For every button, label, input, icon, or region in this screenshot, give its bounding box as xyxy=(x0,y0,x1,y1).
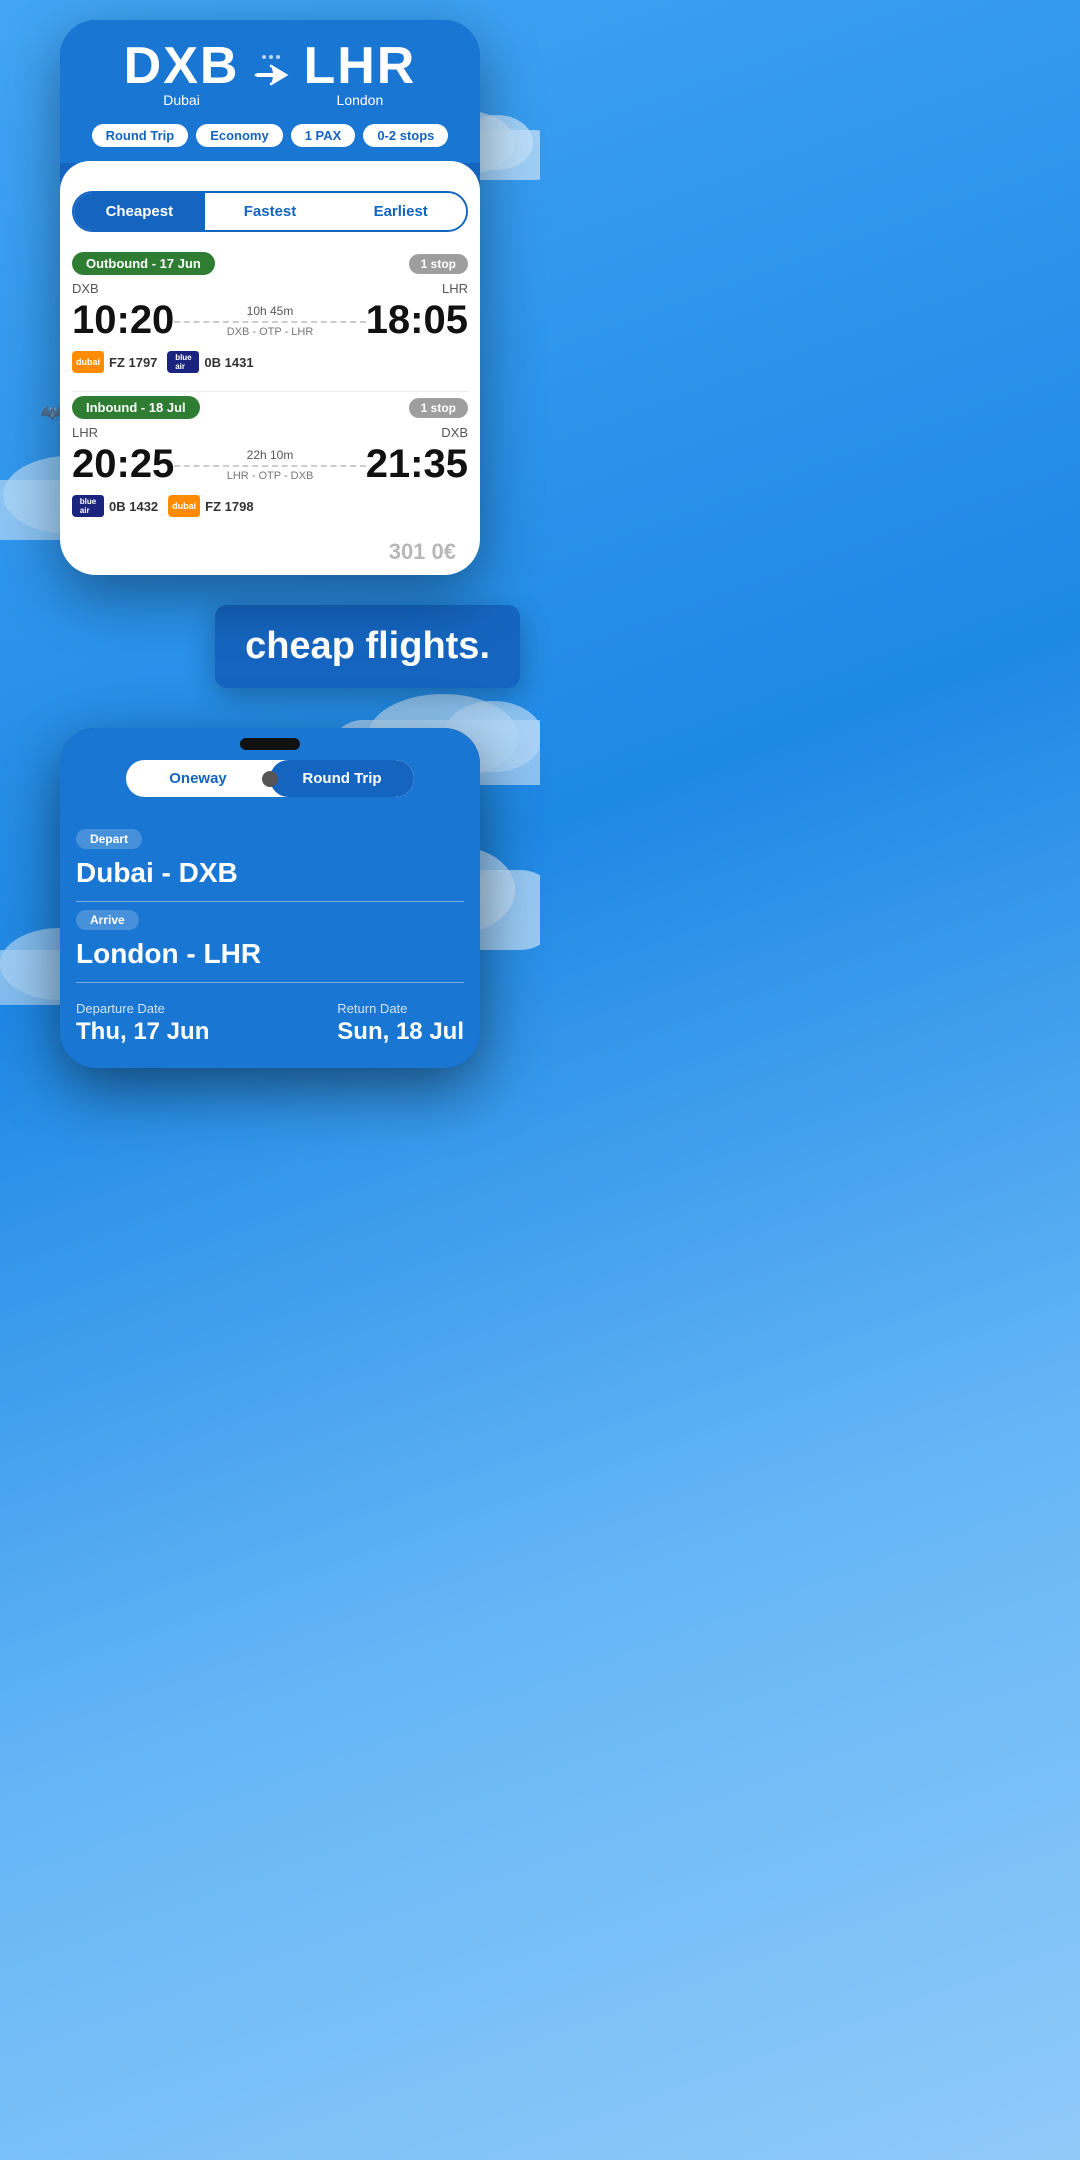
destination-code: LHR xyxy=(303,36,416,96)
arrive-field[interactable]: Arrive London - LHR xyxy=(76,910,464,974)
outbound-label: Outbound - 17 Jun xyxy=(72,252,215,275)
inbound-route: LHR - OTP - DXB xyxy=(174,470,365,482)
inbound-segment: Inbound - 18 Jul 1 stop LHR DXB 20:25 22… xyxy=(72,396,468,527)
flights-container: Outbound - 17 Jun 1 stop DXB LHR 10:20 1… xyxy=(60,244,480,575)
inbound-arrival: 21:35 xyxy=(366,442,468,487)
inbound-airports: LHR DXB xyxy=(72,425,468,440)
toggle-wrapper: Oneway Round Trip xyxy=(60,760,480,813)
dates-row: Departure Date Thu, 17 Jun Return Date S… xyxy=(76,991,464,1052)
outbound-segment: Outbound - 17 Jun 1 stop DXB LHR 10:20 1… xyxy=(72,252,468,383)
departure-date-col[interactable]: Departure Date Thu, 17 Jun xyxy=(76,1001,209,1046)
round-trip-option[interactable]: Round Trip xyxy=(270,760,414,797)
outbound-duration: 10h 45m xyxy=(174,304,365,318)
segment-divider xyxy=(72,391,468,392)
field-divider-2 xyxy=(76,982,464,983)
outbound-airports: DXB LHR xyxy=(72,281,468,296)
inbound-times: 20:25 22h 10m LHR - OTP - DXB 21:35 xyxy=(72,442,468,487)
departure-date-value: Thu, 17 Jun xyxy=(76,1018,209,1046)
flight-number-3: 0B 1432 xyxy=(109,499,158,514)
outbound-airline-2: blueair 0B 1431 xyxy=(167,351,253,373)
departure-date-label: Departure Date xyxy=(76,1001,209,1016)
outbound-stops: 1 stop xyxy=(409,254,468,274)
dubai-logo-2: dubai xyxy=(168,495,200,517)
destination-col: LHR London xyxy=(303,36,416,108)
inbound-from: LHR xyxy=(72,425,98,440)
origin-col: DXB Dubai xyxy=(124,36,240,108)
tab-earliest[interactable]: Earliest xyxy=(335,193,466,230)
search-form: Depart Dubai - DXB Arrive London - LHR D… xyxy=(60,813,480,1068)
origin-code: DXB xyxy=(124,36,240,96)
toggle-dot xyxy=(262,771,278,787)
tab-fastest[interactable]: Fastest xyxy=(205,193,336,230)
inbound-duration: 22h 10m xyxy=(174,448,365,462)
trip-type-toggle[interactable]: Oneway Round Trip xyxy=(126,760,414,797)
price-teaser: 301 0€ xyxy=(72,535,468,575)
phone-notch xyxy=(240,738,300,750)
price-value: 301 0€ xyxy=(389,539,456,565)
outbound-airline-1: dubai FZ 1797 xyxy=(72,351,157,373)
outbound-duration-info: 10h 45m DXB - OTP - LHR xyxy=(174,304,365,338)
outbound-dashed xyxy=(174,321,365,323)
airplane-svg xyxy=(251,61,291,89)
dot-1 xyxy=(262,55,266,59)
dot-2 xyxy=(269,55,273,59)
outbound-route: DXB - OTP - LHR xyxy=(174,326,365,338)
oneway-option[interactable]: Oneway xyxy=(126,760,270,797)
inbound-airline-2: dubai FZ 1798 xyxy=(168,495,253,517)
stops-chip[interactable]: 0-2 stops xyxy=(363,124,448,147)
depart-value: Dubai - DXB xyxy=(76,853,464,893)
return-date-col[interactable]: Return Date Sun, 18 Jul xyxy=(337,1001,464,1046)
return-date-label: Return Date xyxy=(337,1001,464,1016)
flight-number-1: FZ 1797 xyxy=(109,355,157,370)
dot-3 xyxy=(276,55,280,59)
tabs: Cheapest Fastest Earliest xyxy=(72,191,468,232)
outbound-arrival: 18:05 xyxy=(366,298,468,343)
cheap-flights-badge: cheap flights. xyxy=(215,605,520,688)
inbound-to: DXB xyxy=(441,425,468,440)
outbound-segment-header: Outbound - 17 Jun 1 stop xyxy=(72,252,468,275)
phone-notch-area: Oneway Round Trip Depart Dubai - DXB xyxy=(60,728,480,1068)
field-divider-1 xyxy=(76,901,464,902)
dubai-logo-1: dubai xyxy=(72,351,104,373)
flight-number-2: 0B 1431 xyxy=(204,355,253,370)
depart-field[interactable]: Depart Dubai - DXB xyxy=(76,829,464,893)
outbound-airlines: dubai FZ 1797 blueair 0B 1431 xyxy=(72,351,468,383)
middle-section: cheap flights. xyxy=(0,575,540,708)
blue-logo-2: blueair xyxy=(72,495,104,517)
outbound-times: 10:20 10h 45m DXB - OTP - LHR 18:05 xyxy=(72,298,468,343)
tab-cheapest[interactable]: Cheapest xyxy=(74,193,205,230)
inbound-duration-info: 22h 10m LHR - OTP - DXB xyxy=(174,448,365,482)
inbound-label: Inbound - 18 Jul xyxy=(72,396,200,419)
cheap-flights-text: cheap flights. xyxy=(245,625,490,667)
arrive-value: London - LHR xyxy=(76,934,464,974)
destination-name: London xyxy=(337,92,384,108)
phone-header: DXB Dubai xyxy=(60,20,480,163)
inbound-stops: 1 stop xyxy=(409,398,468,418)
inbound-airlines: blueair 0B 1432 dubai FZ 1798 xyxy=(72,495,468,527)
top-phone-mockup: DXB Dubai xyxy=(60,20,480,575)
tabs-container: Cheapest Fastest Earliest xyxy=(60,191,480,244)
plane-icon xyxy=(251,55,291,89)
plane-dots xyxy=(262,55,280,59)
inbound-segment-header: Inbound - 18 Jul 1 stop xyxy=(72,396,468,419)
flight-number-4: FZ 1798 xyxy=(205,499,253,514)
blue-logo-1: blueair xyxy=(167,351,199,373)
outbound-departure: 10:20 xyxy=(72,298,174,343)
outbound-from: DXB xyxy=(72,281,99,296)
bottom-phone-mockup: Oneway Round Trip Depart Dubai - DXB xyxy=(60,728,480,1068)
inbound-dashed xyxy=(174,465,365,467)
trip-type-chip[interactable]: Round Trip xyxy=(92,124,189,147)
return-date-value: Sun, 18 Jul xyxy=(337,1018,464,1046)
route-header: DXB Dubai xyxy=(76,36,464,116)
inbound-departure: 20:25 xyxy=(72,442,174,487)
depart-label: Depart xyxy=(76,829,142,849)
filters-row: Round Trip Economy 1 PAX 0-2 stops xyxy=(76,116,464,163)
cabin-chip[interactable]: Economy xyxy=(196,124,283,147)
outbound-to: LHR xyxy=(442,281,468,296)
arrive-label: Arrive xyxy=(76,910,139,930)
inbound-airline-1: blueair 0B 1432 xyxy=(72,495,158,517)
origin-name: Dubai xyxy=(163,92,200,108)
wave-white xyxy=(60,161,480,191)
passengers-chip[interactable]: 1 PAX xyxy=(291,124,356,147)
